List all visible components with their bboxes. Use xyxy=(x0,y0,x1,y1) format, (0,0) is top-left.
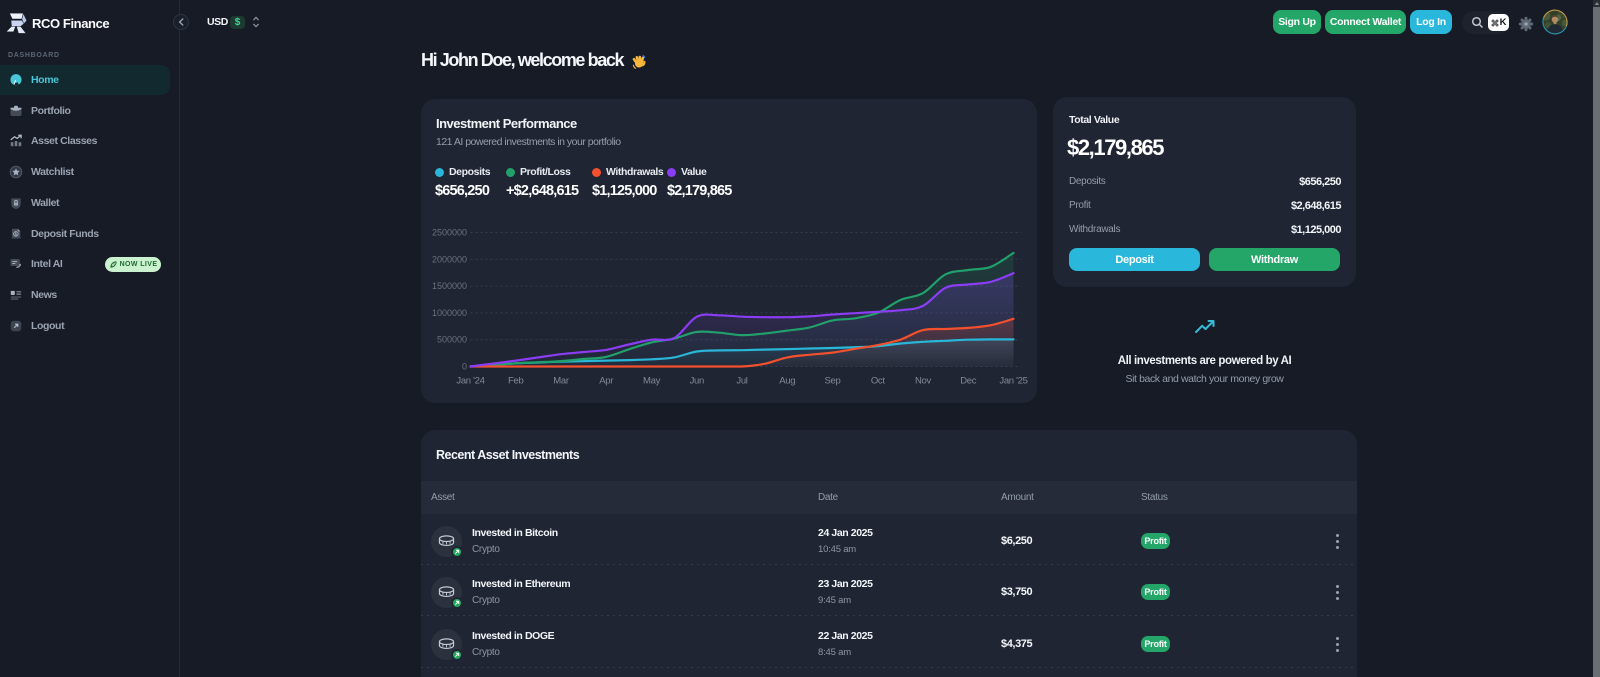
svg-text:2500000: 2500000 xyxy=(432,228,467,238)
svg-text:Aug: Aug xyxy=(779,376,795,387)
svg-text:Sep: Sep xyxy=(824,376,840,387)
svg-text:Jun: Jun xyxy=(690,376,704,387)
svg-text:Jan '24: Jan '24 xyxy=(456,376,484,387)
svg-text:Apr: Apr xyxy=(599,376,613,387)
svg-text:2000000: 2000000 xyxy=(432,254,467,264)
svg-text:Nov: Nov xyxy=(915,376,932,387)
svg-text:1000000: 1000000 xyxy=(432,308,467,318)
svg-text:Jan '25: Jan '25 xyxy=(999,376,1027,387)
svg-text:Mar: Mar xyxy=(553,376,569,387)
svg-text:May: May xyxy=(643,376,661,387)
svg-text:Oct: Oct xyxy=(871,376,886,387)
svg-text:Jul: Jul xyxy=(736,376,747,387)
svg-text:Dec: Dec xyxy=(960,376,977,387)
svg-text:1500000: 1500000 xyxy=(432,281,467,291)
svg-text:Feb: Feb xyxy=(508,376,523,387)
svg-text:500000: 500000 xyxy=(437,335,467,345)
svg-text:0: 0 xyxy=(462,362,467,372)
